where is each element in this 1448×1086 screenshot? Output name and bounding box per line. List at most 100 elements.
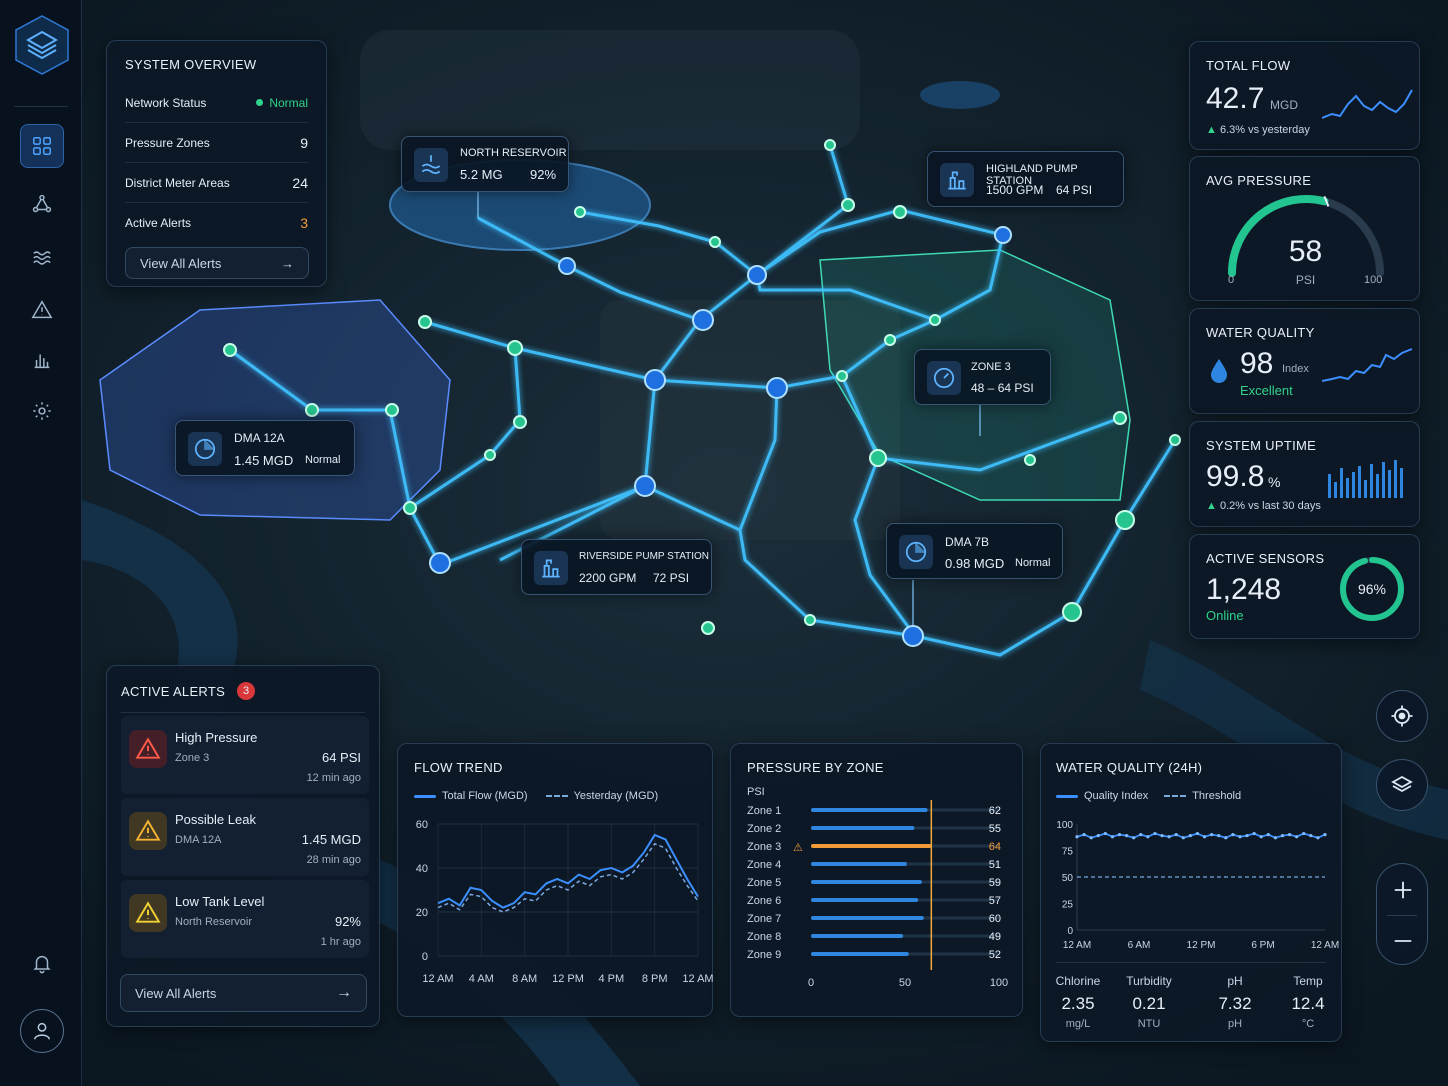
trend-up-icon: ▲	[1206, 124, 1217, 136]
zone-label: Zone 5	[747, 877, 781, 889]
quality-point	[1266, 833, 1270, 837]
zone-value-label: 49	[989, 931, 1001, 943]
locate-button[interactable]	[1376, 690, 1428, 742]
total-flow-card[interactable]: TOTAL FLOW 42.7 MGD ▲ 6.3% vs yesterday	[1189, 41, 1420, 150]
dma-count-value: 24	[292, 174, 308, 191]
layers-button[interactable]	[1376, 759, 1428, 811]
alert-item-high-pressure[interactable]: High Pressure Zone 3 64 PSI 12 min ago	[121, 716, 369, 794]
gauge-min-label: 0	[1228, 274, 1235, 286]
quality-point	[1125, 834, 1129, 838]
uptime-bars	[1328, 460, 1403, 498]
y-tick-label: 60	[416, 819, 428, 831]
quality-point	[1323, 833, 1327, 837]
dma12a-flow: 1.45 MGD	[234, 453, 294, 468]
legend-swatch-total	[414, 794, 436, 798]
total-flow-value: 42.7	[1206, 82, 1265, 115]
nav-settings[interactable]	[20, 389, 64, 433]
param-unit: NTU	[1137, 1018, 1161, 1030]
water-quality-unit: Index	[1282, 363, 1309, 375]
quality-point	[1295, 835, 1299, 839]
overview-row-pressure-zones: Pressure Zones 9	[125, 123, 308, 163]
callout-zone-3[interactable]: ZONE 3 48 – 64 PSI	[914, 349, 1051, 405]
warning-triangle-icon	[31, 300, 53, 319]
user-icon	[33, 1022, 51, 1040]
zone-label: Zone 8	[747, 931, 781, 943]
pie-chart-icon	[899, 535, 933, 569]
sensors-status: Online	[1206, 608, 1244, 623]
y-tick-label: 100	[1056, 820, 1073, 831]
system-overview-panel: SYSTEM OVERVIEW Network Status Normal Pr…	[106, 40, 327, 287]
layers-logo-icon	[15, 15, 69, 75]
quality-point	[1238, 835, 1242, 839]
view-all-alerts-button[interactable]: View All Alerts →	[120, 974, 367, 1012]
nav-network[interactable]	[20, 182, 64, 226]
uptime-title: SYSTEM UPTIME	[1206, 438, 1317, 453]
zone-bar	[811, 898, 919, 902]
callout-north-reservoir[interactable]: NORTH RESERVOIR 5.2 MG 92%	[401, 136, 569, 192]
water-quality-sparkline	[1322, 348, 1413, 382]
zone-bar	[811, 934, 904, 938]
overview-label: Active Alerts	[125, 216, 192, 230]
zone-bar	[811, 826, 915, 830]
quality-point	[1089, 836, 1093, 840]
alert-item-low-tank-level[interactable]: Low Tank Level North Reservoir 92% 1 hr …	[121, 880, 369, 958]
zone-label: Zone 4	[747, 859, 781, 871]
pressure-by-zone-panel: PRESSURE BY ZONE PSI Zone 1 62 Zone 2 55 Zon…	[730, 743, 1023, 1017]
callout-riverside-pump-station[interactable]: RIVERSIDE PUMP STATION 2200 GPM 72 PSI	[521, 539, 712, 595]
quality-point	[1146, 835, 1150, 839]
network-status-value: Normal	[269, 95, 308, 110]
alert-item-possible-leak[interactable]: Possible Leak DMA 12A 1.45 MGD 28 min ag…	[121, 798, 369, 876]
x-tick-label: 12 AM	[1063, 940, 1091, 951]
alert-value: 64 PSI	[321, 750, 361, 765]
flow-trend-legend: Total Flow (MGD) Yesterday (MGD)	[414, 790, 658, 802]
callout-dma-12a[interactable]: DMA 12A 1.45 MGD Normal	[175, 420, 355, 476]
overview-row-active-alerts: Active Alerts 3	[125, 203, 308, 243]
quality-point	[1287, 833, 1292, 837]
overview-view-alerts-button[interactable]: View All Alerts →	[125, 247, 309, 279]
user-avatar-button[interactable]	[20, 1009, 64, 1053]
nav-notifications[interactable]	[20, 941, 64, 985]
alert-time: 12 min ago	[306, 772, 361, 784]
reservoir-icon	[414, 148, 448, 182]
zoom-in-button[interactable]	[1377, 864, 1429, 915]
crosshair-icon	[1391, 705, 1413, 727]
x-tick-label: 4 PM	[598, 973, 624, 985]
zone-bar	[811, 844, 932, 848]
param-unit: °C	[1301, 1018, 1315, 1030]
sensors-title: ACTIVE SENSORS	[1206, 551, 1325, 566]
gauge-max-label: 100	[1364, 274, 1383, 286]
app-logo[interactable]	[14, 14, 70, 76]
series-quality-index	[1076, 832, 1326, 839]
alert-zone: North Reservoir	[175, 916, 253, 928]
pressure-zones-value: 9	[300, 134, 308, 151]
param-name: Temp	[1293, 974, 1323, 988]
y-tick-label: 25	[1062, 900, 1074, 911]
zone3-range: 48 – 64 PSI	[971, 381, 1034, 395]
zone-label: Zone 1	[747, 805, 781, 817]
flow-trend-chart: 0 20 40 60 12 AM 4 AM 8 AM 12 PM 4 PM 8 PM 12 AM	[416, 819, 714, 985]
nav-water[interactable]	[20, 236, 64, 280]
quality-point	[1273, 836, 1277, 840]
quality-point	[1195, 831, 1200, 836]
zone-value-label: 60	[989, 913, 1001, 925]
callout-title: DMA 12A	[234, 431, 285, 445]
water-quality-card[interactable]: WATER QUALITY 98 Index Excellent	[1189, 308, 1420, 414]
x-tick-label: 100	[990, 977, 1008, 989]
callout-highland-pump-station[interactable]: HIGHLAND PUMP STATION 1500 GPM 64 PSI	[927, 151, 1124, 207]
quality-point	[1160, 834, 1164, 838]
water-quality-24h-panel: WATER QUALITY (24H) Quality Index Thresh…	[1040, 743, 1342, 1042]
zoom-out-button[interactable]	[1377, 915, 1429, 966]
active-sensors-card[interactable]: ACTIVE SENSORS 1,248 Online 96%	[1189, 534, 1420, 639]
system-uptime-card[interactable]: SYSTEM UPTIME 99.8 % ▲ 0.2% vs last 30 d…	[1189, 421, 1420, 527]
nav-dashboard[interactable]	[20, 124, 64, 168]
alert-value: 92%	[334, 914, 361, 929]
avg-pressure-card[interactable]: AVG PRESSURE 58 PSI 0 100	[1189, 156, 1420, 301]
active-alerts-title: ACTIVE ALERTS	[121, 684, 226, 699]
nav-analytics[interactable]	[20, 338, 64, 382]
dashboard-grid-icon	[33, 137, 51, 155]
zone-value-label: 59	[989, 877, 1001, 889]
warning-triangle-icon	[135, 901, 161, 923]
callout-dma-7b[interactable]: DMA 7B 0.98 MGD Normal	[886, 523, 1063, 579]
dma7b-status: Normal	[1015, 557, 1051, 569]
nav-alerts[interactable]	[20, 288, 64, 332]
